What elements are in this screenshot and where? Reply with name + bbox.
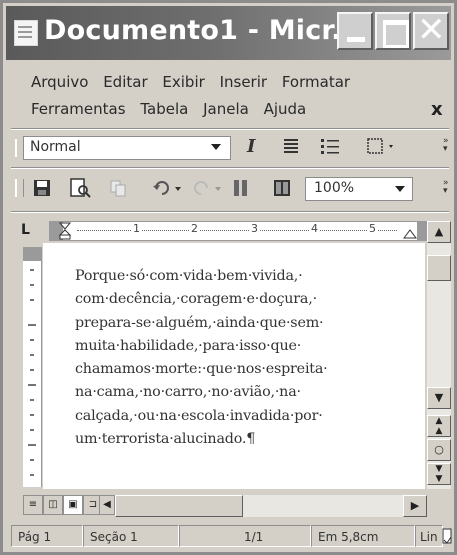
next-page-button[interactable]: ▼ ▼ [427,463,451,485]
menu-exibir[interactable]: Exibir [162,69,204,96]
copy-button[interactable] [109,179,127,201]
scroll-down-button[interactable]: ▼ [427,387,451,409]
tab-selector-icon[interactable]: L [21,222,30,238]
style-dropdown-arrow-icon[interactable] [211,144,221,150]
redo-icon [194,181,221,195]
ruler-mark: 1 [131,222,142,235]
close-icon: ✕ [417,10,446,50]
status-position: Em 5,8cm [311,525,415,547]
save-icon [34,180,50,196]
scroll-right-button[interactable]: ▶ [403,495,427,517]
borders-icon [367,138,393,154]
status-line: Lin [415,525,443,547]
text-line: calçada,·ou·na·escola·invadida·por· [75,407,323,424]
horizontal-scroll-thumb[interactable] [115,495,243,517]
maximize-button[interactable] [375,12,411,50]
document-area[interactable]: Porque·só·com·vida·bem·vivida,· com·decê… [43,243,425,489]
style-dropdown[interactable]: Normal [23,136,231,160]
toolbar-grip[interactable] [15,179,24,197]
toolbar-options-icon[interactable]: » ▾ [443,179,449,196]
save-button[interactable] [33,179,51,201]
ruler-margin [23,247,41,261]
view-buttons: ≡ ◫ ▣ ⊐ ◀ [23,495,115,517]
ruler-mark: 3 [249,222,260,235]
borders-button[interactable] [367,137,397,159]
web-layout-view-button[interactable]: ◫ [43,495,63,515]
menu-bar: Arquivo Editar Exibir Inserir Formatar F… [31,69,451,123]
toolbar-options-icon[interactable]: » ▾ [443,137,449,154]
menu-janela[interactable]: Janela [203,96,249,123]
document-text[interactable]: Porque·só·com·vida·bem·vivida,· com·decê… [75,265,415,451]
select-browse-object-button[interactable]: ○ [427,439,451,461]
text-line: na·cama,·no·carro,·no·avião,·na· [75,384,301,401]
ruler-mark: 5 [367,222,378,235]
maximize-icon [383,20,409,48]
close-button[interactable]: ✕ [413,12,449,50]
status-section: Seção 1 [83,525,179,547]
menu-ajuda[interactable]: Ajuda [264,96,307,123]
numbered-list-icon [321,139,339,154]
normal-view-button[interactable]: ≡ [23,495,43,515]
scroll-up-button[interactable]: ▲ [427,221,451,243]
redo-button[interactable] [193,179,225,201]
toolbar-divider [11,211,449,213]
document-close-button[interactable]: x [431,99,443,120]
vertical-ruler-ticks [28,269,36,476]
indent-marker-icon[interactable] [59,222,73,240]
horizontal-ruler[interactable]: 1 2 3 4 5 [49,221,427,241]
vertical-ruler[interactable] [23,247,42,487]
menu-ferramentas[interactable]: Ferramentas [31,96,126,123]
title-bar[interactable]: Documento1 - Micr... ✕ [6,6,451,60]
vertical-scrollbar[interactable]: ▲ ▼ ▲ ▲ ○ ▼ ▼ [427,221,451,489]
toolbar-divider [11,128,449,130]
status-bar: Pág 1 Seção 1 1/1 Em 5,8cm Lin [11,525,452,549]
minimize-icon [347,37,365,42]
status-page: Pág 1 [11,525,83,547]
scroll-left-button[interactable]: ◀ [99,495,115,515]
copy-icon [110,180,126,197]
text-line: prepara-se·alguém,·ainda·que·sem· [75,314,324,331]
ruler-ticks [77,230,397,233]
menu-formatar[interactable]: Formatar [282,69,350,96]
right-indent-icon[interactable] [403,226,417,240]
toolbar-divider [11,167,449,169]
window-title: Documento1 - Micr... [44,15,363,46]
menu-row-2: Ferramentas Tabela Janela Ajuda [31,96,451,123]
status-pages: 1/1 [179,525,311,547]
columns-button[interactable] [233,179,249,201]
word-document-icon[interactable] [14,20,38,46]
zoom-dropdown-arrow-icon[interactable] [395,186,405,192]
text-line: com·decência,·coragem·e·doçura,· [75,291,317,308]
menu-row-1: Arquivo Editar Exibir Inserir Formatar [31,69,451,96]
spelling-status-icon[interactable] [442,528,452,546]
document-map-icon [274,180,290,196]
italic-button[interactable]: I [247,136,255,157]
undo-button[interactable] [153,179,185,201]
ruler-mark: 2 [189,222,200,235]
print-preview-button[interactable] [69,178,91,202]
columns-icon [234,180,247,196]
ruler-margin [417,222,427,240]
menu-arquivo[interactable]: Arquivo [31,69,88,96]
print-preview-icon [70,178,91,198]
align-justify-icon [284,139,298,153]
menu-inserir[interactable]: Inserir [220,69,267,96]
ruler-mark: 4 [309,222,320,235]
menu-tabela[interactable]: Tabela [140,96,188,123]
undo-icon [153,181,181,195]
text-line: muita·habilidade,·para·isso·que· [75,337,302,354]
text-line: chamamos·morte:·que·nos·espreita· [75,361,328,378]
print-layout-view-button[interactable]: ▣ [63,495,83,515]
horizontal-scrollbar[interactable]: ▶ [115,495,427,517]
text-line: Porque·só·com·vida·bem·vivida,· [75,268,303,284]
scroll-thumb[interactable] [427,255,451,281]
align-justify-button[interactable] [283,137,299,157]
previous-page-button[interactable]: ▲ ▲ [427,415,451,437]
word-window: Documento1 - Micr... ✕ Arquivo Editar Ex… [0,0,457,555]
numbering-button[interactable] [321,137,339,159]
document-map-button[interactable] [273,179,291,201]
minimize-button[interactable] [337,12,373,50]
menu-editar[interactable]: Editar [103,69,147,96]
text-line: um·terrorista·alucinado.¶ [75,431,256,448]
